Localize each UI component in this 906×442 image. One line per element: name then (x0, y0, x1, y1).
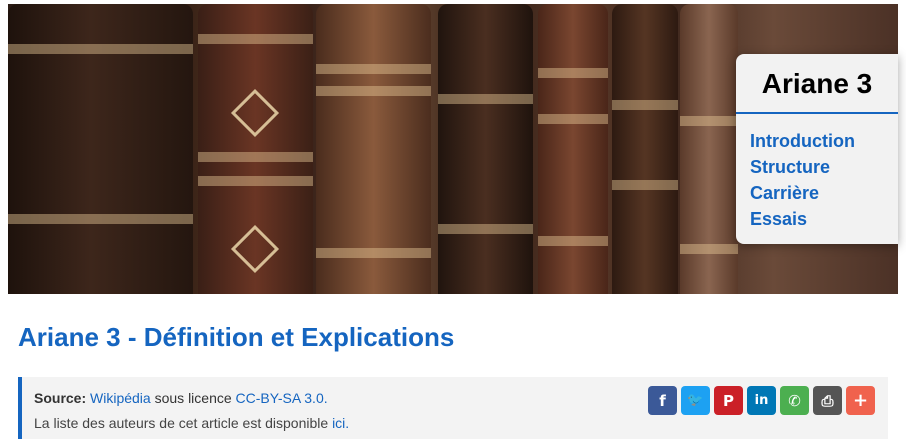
whatsapp-icon: ✆ (788, 391, 801, 410)
page-title: Ariane 3 - Définition et Explications (18, 322, 455, 352)
licence-link[interactable]: CC-BY-SA 3.0. (236, 390, 328, 406)
table-of-contents: Ariane 3 Introduction Structure Carrière… (736, 54, 898, 244)
print-icon: ⎙ (821, 391, 834, 410)
facebook-share-button[interactable]: f (648, 386, 677, 415)
whatsapp-share-button[interactable]: ✆ (780, 386, 809, 415)
toc-divider (736, 112, 898, 114)
wikipedia-link[interactable]: Wikipédia (90, 390, 151, 406)
toc-link-carriere[interactable]: Carrière (750, 180, 855, 206)
toc-link-essais[interactable]: Essais (750, 206, 855, 232)
twitter-icon: 🐦 (687, 393, 704, 408)
book-spine (612, 4, 678, 294)
share-buttons: f 🐦 P in ✆ ⎙ + (648, 386, 875, 415)
linkedin-icon: in (754, 393, 769, 408)
facebook-icon: f (659, 391, 666, 410)
licence-text: sous licence (154, 390, 232, 406)
twitter-share-button[interactable]: 🐦 (681, 386, 710, 415)
book-spine (316, 4, 431, 294)
plus-icon: + (852, 390, 869, 411)
toc-list: Introduction Structure Carrière Essais (750, 128, 855, 232)
book-spine (198, 4, 313, 294)
print-button[interactable]: ⎙ (813, 386, 842, 415)
toc-link-structure[interactable]: Structure (750, 154, 855, 180)
pinterest-share-button[interactable]: P (714, 386, 743, 415)
toc-link-introduction[interactable]: Introduction (750, 128, 855, 154)
book-spine (680, 4, 738, 294)
book-spine (538, 4, 608, 294)
toc-title: Ariane 3 (761, 68, 873, 99)
book-spine (8, 4, 193, 294)
source-line: Source: Wikipédia sous licence CC-BY-SA … (34, 390, 328, 406)
more-share-button[interactable]: + (846, 386, 875, 415)
authors-text: La liste des auteurs de cet article est … (34, 415, 329, 431)
authors-link[interactable]: ici. (332, 415, 349, 431)
source-label: Source: (34, 390, 87, 406)
book-spine (438, 4, 533, 294)
authors-line: La liste des auteurs de cet article est … (34, 415, 349, 431)
linkedin-share-button[interactable]: in (747, 386, 776, 415)
pinterest-icon: P (723, 391, 734, 410)
